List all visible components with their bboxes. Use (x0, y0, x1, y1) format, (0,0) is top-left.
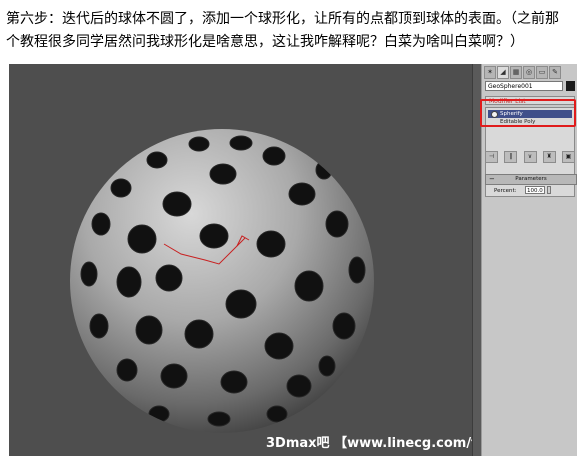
object-color-swatch[interactable] (566, 81, 575, 91)
stack-toolbar: ⊣ ‖ ∨ ♜ ▣ (485, 150, 575, 163)
max-screenshot: 3Dmax吧 【www.linecg.com/tieba/1771】 ✶ ◢ ▦… (9, 64, 577, 456)
sphere-render (70, 129, 374, 433)
utilities-tab-icon[interactable]: ✎ (549, 66, 561, 79)
caption-line-1: 第六步：迭代后的球体不圆了，添加一个球形化，让所有的点都顶到球体的表面。（之前那 (6, 11, 559, 27)
percent-label: Percent: (494, 188, 517, 194)
hierarchy-tab-icon[interactable]: ▦ (510, 66, 522, 79)
collapse-icon: − (489, 175, 495, 183)
motion-tab-icon[interactable]: ◎ (523, 66, 535, 79)
create-tab-icon[interactable]: ✶ (484, 66, 496, 79)
remove-modifier-icon[interactable]: ♜ (542, 150, 556, 163)
percent-row: Percent: 100.0 (488, 186, 574, 196)
object-name-field[interactable]: GeoSphere001 (485, 81, 563, 91)
tutorial-caption: 第六步：迭代后的球体不圆了，添加一个球形化，让所有的点都顶到球体的表面。（之前那… (6, 8, 580, 54)
display-tab-icon[interactable]: ▭ (536, 66, 548, 79)
command-panel-tabs: ✶ ◢ ▦ ◎ ▭ ✎ (484, 66, 574, 79)
percent-spinner-icon[interactable] (547, 186, 551, 194)
make-unique-icon[interactable]: ∨ (523, 150, 537, 163)
configure-sets-icon[interactable]: ▣ (562, 150, 575, 163)
modify-tab-icon[interactable]: ◢ (497, 66, 509, 79)
parameters-rollout-header[interactable]: − Parameters (485, 174, 577, 185)
caption-line-2: 个教程很多同学居然问我球形化是啥意思，这让我咋解释呢？白菜为啥叫白菜啊？） (6, 34, 524, 50)
show-end-result-icon[interactable]: ‖ (504, 150, 518, 163)
percent-input[interactable]: 100.0 (525, 186, 545, 194)
highlight-box (480, 99, 576, 127)
pin-stack-icon[interactable]: ⊣ (485, 150, 498, 163)
rollout-title: Parameters (515, 176, 547, 182)
perspective-viewport[interactable]: 3Dmax吧 【www.linecg.com/tieba/1771】 (9, 64, 563, 456)
